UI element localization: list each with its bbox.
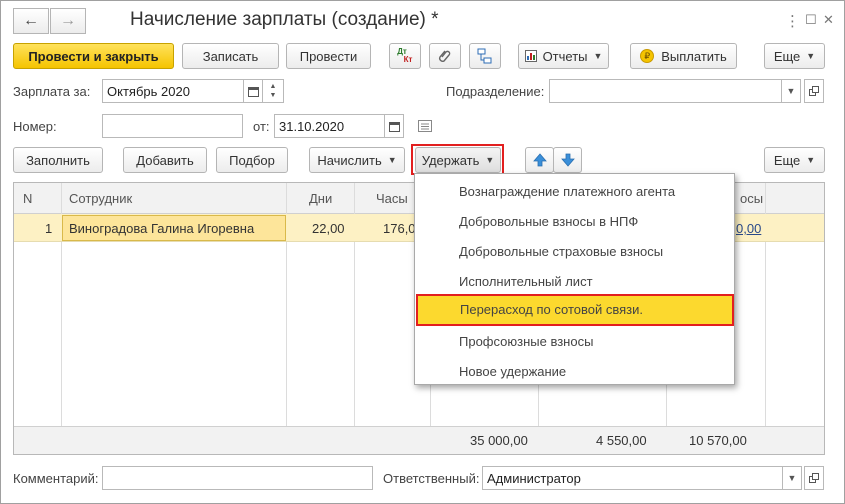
header-last[interactable]: осы xyxy=(740,191,763,206)
menu-item-writ[interactable]: Исполнительный лист xyxy=(415,266,734,296)
post-and-close-button[interactable]: Провести и закрыть xyxy=(13,43,174,69)
dt-kt-button[interactable]: Дт Кт xyxy=(389,43,421,69)
menu-item-agent-fee[interactable]: Вознаграждение платежного агента xyxy=(415,176,734,206)
save-button[interactable]: Записать xyxy=(182,43,279,69)
total-link[interactable]: 0,00 xyxy=(736,221,761,236)
add-button[interactable]: Добавить xyxy=(123,147,207,173)
number-field[interactable] xyxy=(102,114,243,138)
chevron-down-icon: ▼ xyxy=(787,473,797,483)
chevron-down-icon: ▼ xyxy=(806,155,816,165)
hours-value: 176,0 xyxy=(383,221,416,236)
move-down-button[interactable] xyxy=(553,147,582,173)
calendar-icon xyxy=(388,121,400,132)
number-label: Номер: xyxy=(13,119,57,134)
total-contributions: 10 570,00 xyxy=(689,433,747,448)
forward-button[interactable]: → xyxy=(50,8,86,34)
responsible-dropdown[interactable]: ▼ xyxy=(782,466,802,490)
responsible-label: Ответственный: xyxy=(383,471,480,486)
department-label: Подразделение: xyxy=(446,84,545,99)
open-window-icon xyxy=(809,86,819,96)
row-number: 1 xyxy=(45,221,53,236)
withhold-label: Удержать xyxy=(421,152,480,168)
menu-item-npf[interactable]: Добровольные взносы в НПФ xyxy=(415,206,734,236)
date-field[interactable]: 31.10.2020 xyxy=(274,114,385,138)
header-hours[interactable]: Часы xyxy=(376,191,408,206)
structure-button[interactable] xyxy=(469,43,501,69)
table-more-button[interactable]: Еще ▼ xyxy=(764,147,825,173)
chevron-down-icon: ▼ xyxy=(786,86,796,96)
back-button[interactable]: ← xyxy=(13,8,49,34)
forward-arrow-icon: → xyxy=(60,12,76,29)
calendar-button[interactable] xyxy=(243,79,263,103)
period-stepper[interactable]: ▲ ▼ xyxy=(262,79,284,103)
from-label: от: xyxy=(253,119,270,134)
more-label: Еще xyxy=(773,48,801,64)
attach-button[interactable] xyxy=(429,43,461,69)
comment-label: Комментарий: xyxy=(13,471,99,486)
days-value: 22,00 xyxy=(312,221,345,236)
more-button[interactable]: Еще ▼ xyxy=(764,43,825,69)
chevron-down-icon: ▼ xyxy=(806,51,816,61)
salary-period-field[interactable]: Октябрь 2020 xyxy=(102,79,244,103)
chevron-down-icon: ▼ xyxy=(387,155,397,165)
responsible-field[interactable]: Администратор xyxy=(482,466,783,490)
close-icon[interactable]: ✕ xyxy=(823,12,834,28)
responsible-open-button[interactable] xyxy=(804,466,824,490)
withhold-button[interactable]: Удержать ▼ xyxy=(415,147,501,173)
kt-label: Кт xyxy=(403,55,413,64)
post-button[interactable]: Провести xyxy=(286,43,371,69)
coin-icon: ₽ xyxy=(640,49,655,63)
table-more-label: Еще xyxy=(773,152,801,168)
reports-button[interactable]: Отчеты ▼ xyxy=(518,43,609,69)
maximize-icon[interactable]: ☐ xyxy=(805,12,817,28)
salary-for-label: Зарплата за: xyxy=(13,84,91,99)
menu-item-mobile-overspend[interactable]: Перерасход по сотовой связи. xyxy=(416,294,734,326)
header-days[interactable]: Дни xyxy=(309,191,332,206)
select-button[interactable]: Подбор xyxy=(216,147,288,173)
accrue-label: Начислить xyxy=(317,152,382,168)
more-actions-icon[interactable]: ⋮ xyxy=(785,12,800,30)
date-calendar-button[interactable] xyxy=(384,114,404,138)
total-ndfl: 4 550,00 xyxy=(596,433,647,448)
back-arrow-icon: ← xyxy=(23,12,39,29)
calendar-icon xyxy=(247,86,259,97)
menu-item-union[interactable]: Профсоюзные взносы xyxy=(415,326,734,356)
arrow-up-icon xyxy=(532,153,547,167)
department-field[interactable] xyxy=(549,79,782,103)
chevron-down-icon: ▼ xyxy=(485,155,495,165)
open-window-icon xyxy=(809,473,819,483)
menu-item-new[interactable]: Новое удержание xyxy=(415,356,734,386)
comment-field[interactable] xyxy=(102,466,373,490)
hierarchy-icon xyxy=(477,48,492,64)
employee-name: Виноградова Галина Игоревна xyxy=(69,221,255,236)
list-icon[interactable] xyxy=(418,120,432,135)
pay-label: Выплатить xyxy=(661,48,727,64)
chevron-down-icon: ▼ xyxy=(269,92,277,99)
reports-label: Отчеты xyxy=(542,48,588,64)
chevron-up-icon: ▲ xyxy=(269,83,277,90)
chevron-down-icon: ▼ xyxy=(593,51,603,61)
arrow-down-icon xyxy=(560,153,575,167)
department-open-button[interactable] xyxy=(804,79,824,103)
move-up-button[interactable] xyxy=(525,147,554,173)
accrue-button[interactable]: Начислить ▼ xyxy=(309,147,405,173)
pay-button[interactable]: ₽ Выплатить xyxy=(630,43,737,69)
page-title: Начисление зарплаты (создание) * xyxy=(130,9,439,30)
report-icon xyxy=(524,50,537,62)
paperclip-icon xyxy=(439,50,451,62)
withhold-menu: Вознаграждение платежного агента Доброво… xyxy=(414,173,735,385)
department-dropdown[interactable]: ▼ xyxy=(781,79,801,103)
header-employee[interactable]: Сотрудник xyxy=(69,191,132,206)
header-n[interactable]: N xyxy=(23,191,32,206)
fill-button[interactable]: Заполнить xyxy=(13,147,103,173)
total-accrued: 35 000,00 xyxy=(470,433,528,448)
menu-item-insurance[interactable]: Добровольные страховые взносы xyxy=(415,236,734,266)
